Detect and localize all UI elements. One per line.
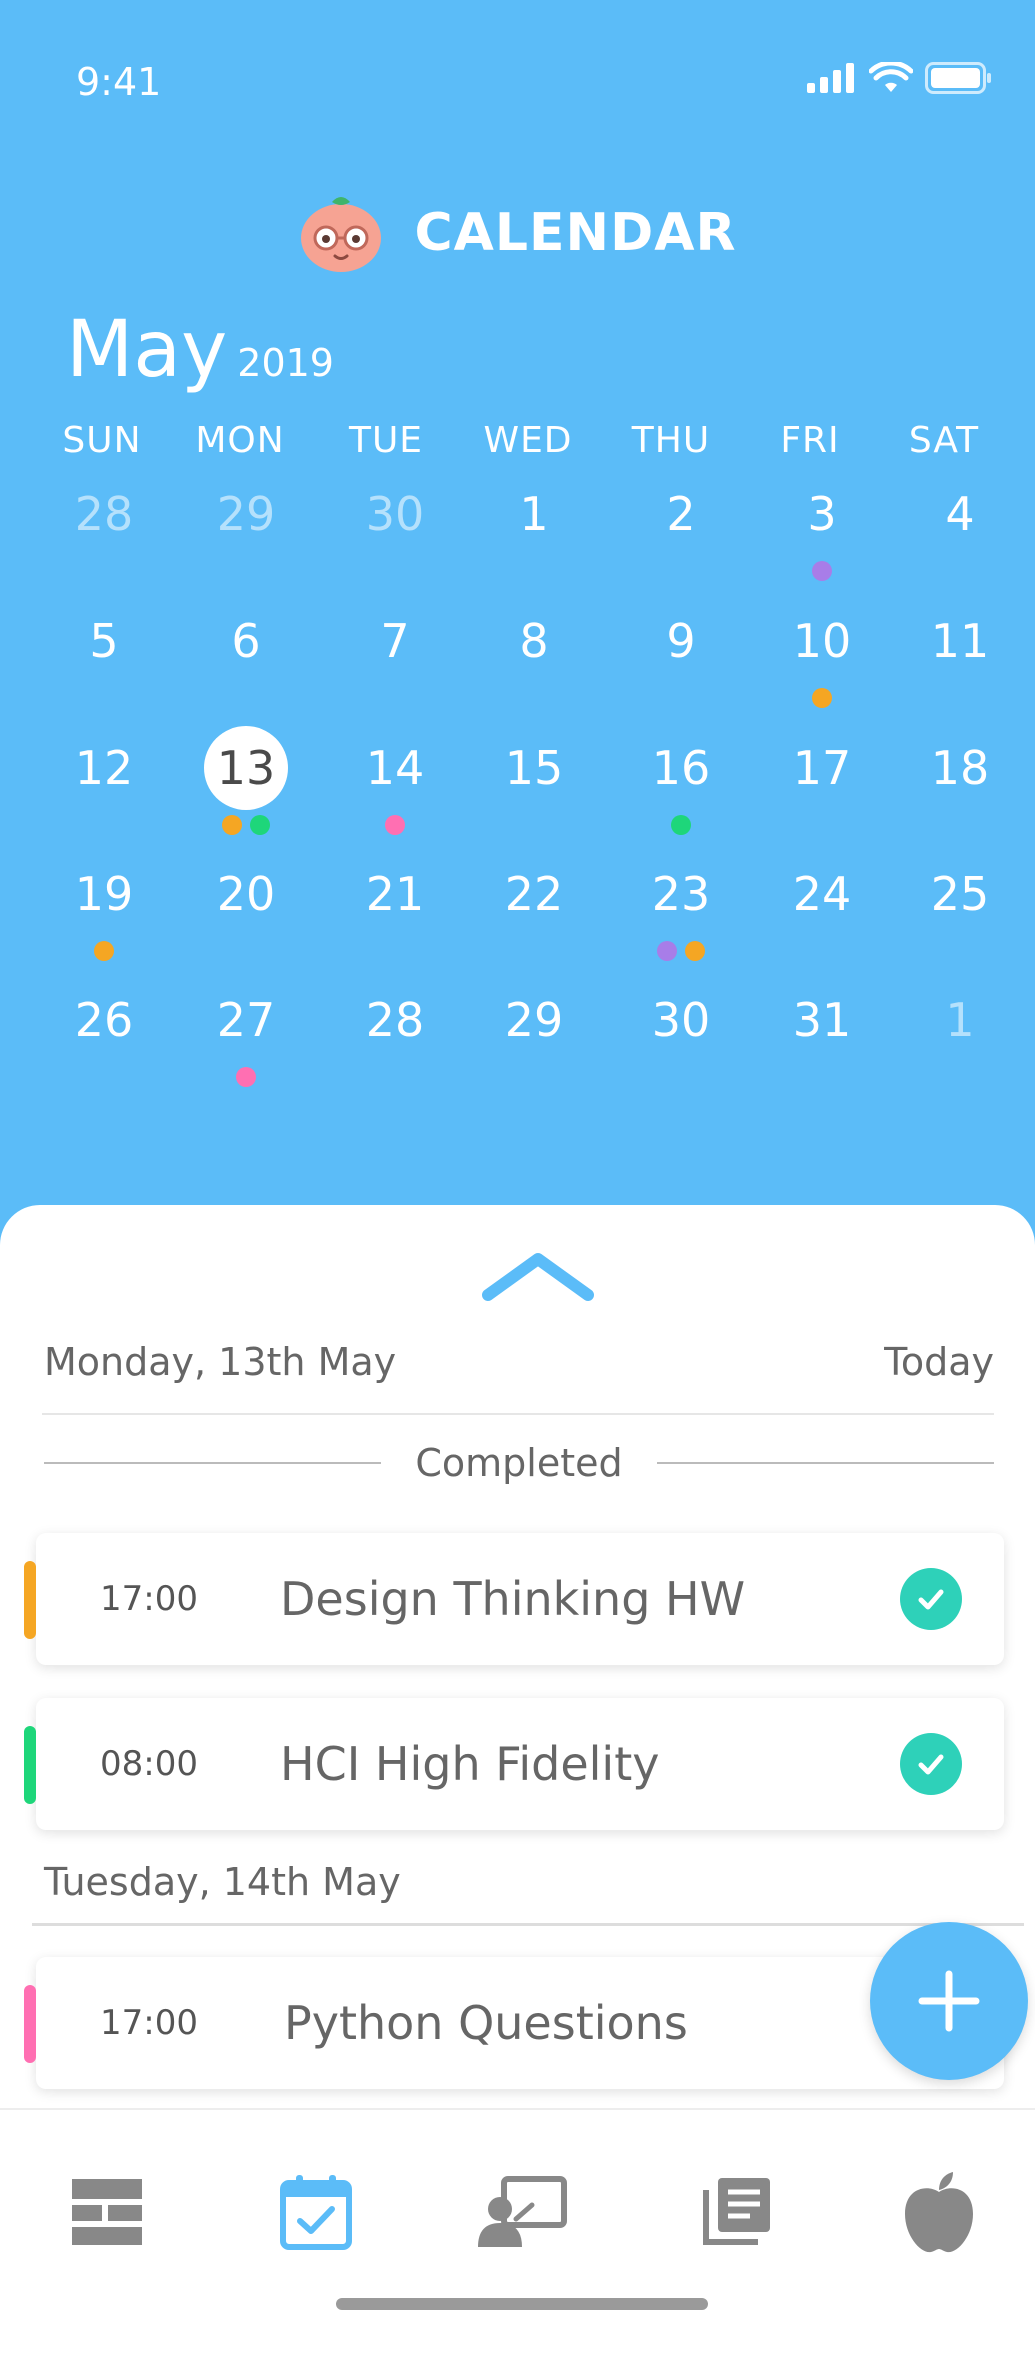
agenda-date-header: Monday, 13th May Today xyxy=(44,1340,994,1384)
calendar-day[interactable]: 4 xyxy=(918,472,1002,556)
calendar-day[interactable]: 8 xyxy=(492,599,576,683)
task-time: 17:00 xyxy=(100,1579,198,1619)
calendar-day[interactable]: 28 xyxy=(353,978,437,1062)
agenda-next-date: Tuesday, 14th May xyxy=(44,1860,401,1904)
calendar-day[interactable]: 11 xyxy=(918,599,1002,683)
calendar-day[interactable]: 2 xyxy=(639,472,723,556)
calendar-day[interactable]: 18 xyxy=(918,726,1002,810)
notes-icon xyxy=(703,2178,770,2245)
calendar-day[interactable]: 6 xyxy=(204,599,288,683)
event-dot xyxy=(385,815,405,835)
calendar-day[interactable]: 29 xyxy=(204,472,288,556)
calendar-day[interactable]: 7 xyxy=(353,599,437,683)
check-circle-icon[interactable] xyxy=(900,1568,962,1630)
calendar-day[interactable]: 17 xyxy=(780,726,864,810)
calendar-day[interactable]: 13 xyxy=(204,726,288,810)
completed-section-header: Completed xyxy=(44,1441,995,1485)
dashboard-icon xyxy=(72,2179,142,2245)
completed-label: Completed xyxy=(415,1441,623,1485)
chevron-up-icon[interactable] xyxy=(478,1245,598,1305)
calendar-day[interactable]: 3 xyxy=(780,472,864,556)
calendar-day[interactable]: 30 xyxy=(639,978,723,1062)
event-dot xyxy=(812,688,832,708)
task-time: 08:00 xyxy=(100,1744,198,1784)
calendar-day[interactable]: 15 xyxy=(492,726,576,810)
divider xyxy=(42,1413,994,1415)
divider xyxy=(656,1462,995,1464)
event-dot xyxy=(250,815,270,835)
presentation-icon xyxy=(478,2176,567,2247)
task-card[interactable]: 17:00 Python Questions xyxy=(24,1957,1004,2089)
tab-calendar[interactable] xyxy=(266,2162,366,2262)
task-title: HCI High Fidelity xyxy=(280,1737,660,1791)
event-dot xyxy=(657,941,677,961)
calendar-day[interactable]: 24 xyxy=(780,852,864,936)
calendar-day[interactable]: 16 xyxy=(639,726,723,810)
calendar-day[interactable]: 1 xyxy=(492,472,576,556)
calendar-day[interactable]: 20 xyxy=(204,852,288,936)
calendar-day[interactable]: 10 xyxy=(780,599,864,683)
calendar-day[interactable]: 26 xyxy=(62,978,146,1062)
calendar-day[interactable]: 14 xyxy=(353,726,437,810)
task-color-bar xyxy=(24,1985,36,2063)
check-circle-icon[interactable] xyxy=(900,1733,962,1795)
calendar-grid: 28 29 30 1 2 3 4 5 6 7 8 9 10 11 12 13 14 15 16 17 18 19 20 21 2… xyxy=(0,0,1035,1200)
calendar-day[interactable]: 22 xyxy=(492,852,576,936)
calendar-day[interactable]: 12 xyxy=(62,726,146,810)
tab-health[interactable] xyxy=(889,2162,989,2262)
calendar-day[interactable]: 23 xyxy=(639,852,723,936)
calendar-day[interactable]: 27 xyxy=(204,978,288,1062)
calendar-day[interactable]: 19 xyxy=(62,852,146,936)
calendar-day[interactable]: 1 xyxy=(918,978,1002,1062)
event-dot xyxy=(685,941,705,961)
event-dot xyxy=(236,1067,256,1087)
event-dot xyxy=(812,561,832,581)
event-dot xyxy=(94,941,114,961)
today-label: Today xyxy=(884,1340,994,1384)
home-indicator xyxy=(336,2298,708,2310)
task-title: Python Questions xyxy=(284,1996,688,2050)
tab-bar xyxy=(0,2108,1035,2360)
calendar-day[interactable]: 21 xyxy=(353,852,437,936)
task-color-bar xyxy=(24,1561,36,1639)
apple-icon xyxy=(905,2172,973,2253)
calendar-day[interactable]: 29 xyxy=(492,978,576,1062)
task-card[interactable]: 08:00 HCI High Fidelity xyxy=(24,1698,1004,1830)
task-card[interactable]: 17:00 Design Thinking HW xyxy=(24,1533,1004,1665)
task-time: 17:00 xyxy=(100,2003,198,2043)
tab-notes[interactable] xyxy=(686,2162,786,2262)
calendar-day[interactable]: 25 xyxy=(918,852,1002,936)
calendar-day[interactable]: 31 xyxy=(780,978,864,1062)
calendar-day[interactable]: 28 xyxy=(62,472,146,556)
add-task-button[interactable] xyxy=(870,1922,1028,2080)
divider xyxy=(32,1923,1024,1926)
calendar-day[interactable]: 30 xyxy=(353,472,437,556)
calendar-day[interactable]: 9 xyxy=(639,599,723,683)
event-dot xyxy=(222,815,242,835)
agenda-date: Monday, 13th May xyxy=(44,1340,397,1384)
tab-dashboard[interactable] xyxy=(57,2162,157,2262)
task-color-bar xyxy=(24,1726,36,1804)
event-dot xyxy=(671,815,691,835)
divider xyxy=(44,1462,382,1464)
calendar-check-icon xyxy=(280,2175,352,2250)
task-title: Design Thinking HW xyxy=(280,1572,746,1626)
tab-presentation[interactable] xyxy=(472,2162,572,2262)
plus-icon xyxy=(918,1970,980,2032)
calendar-day[interactable]: 5 xyxy=(62,599,146,683)
